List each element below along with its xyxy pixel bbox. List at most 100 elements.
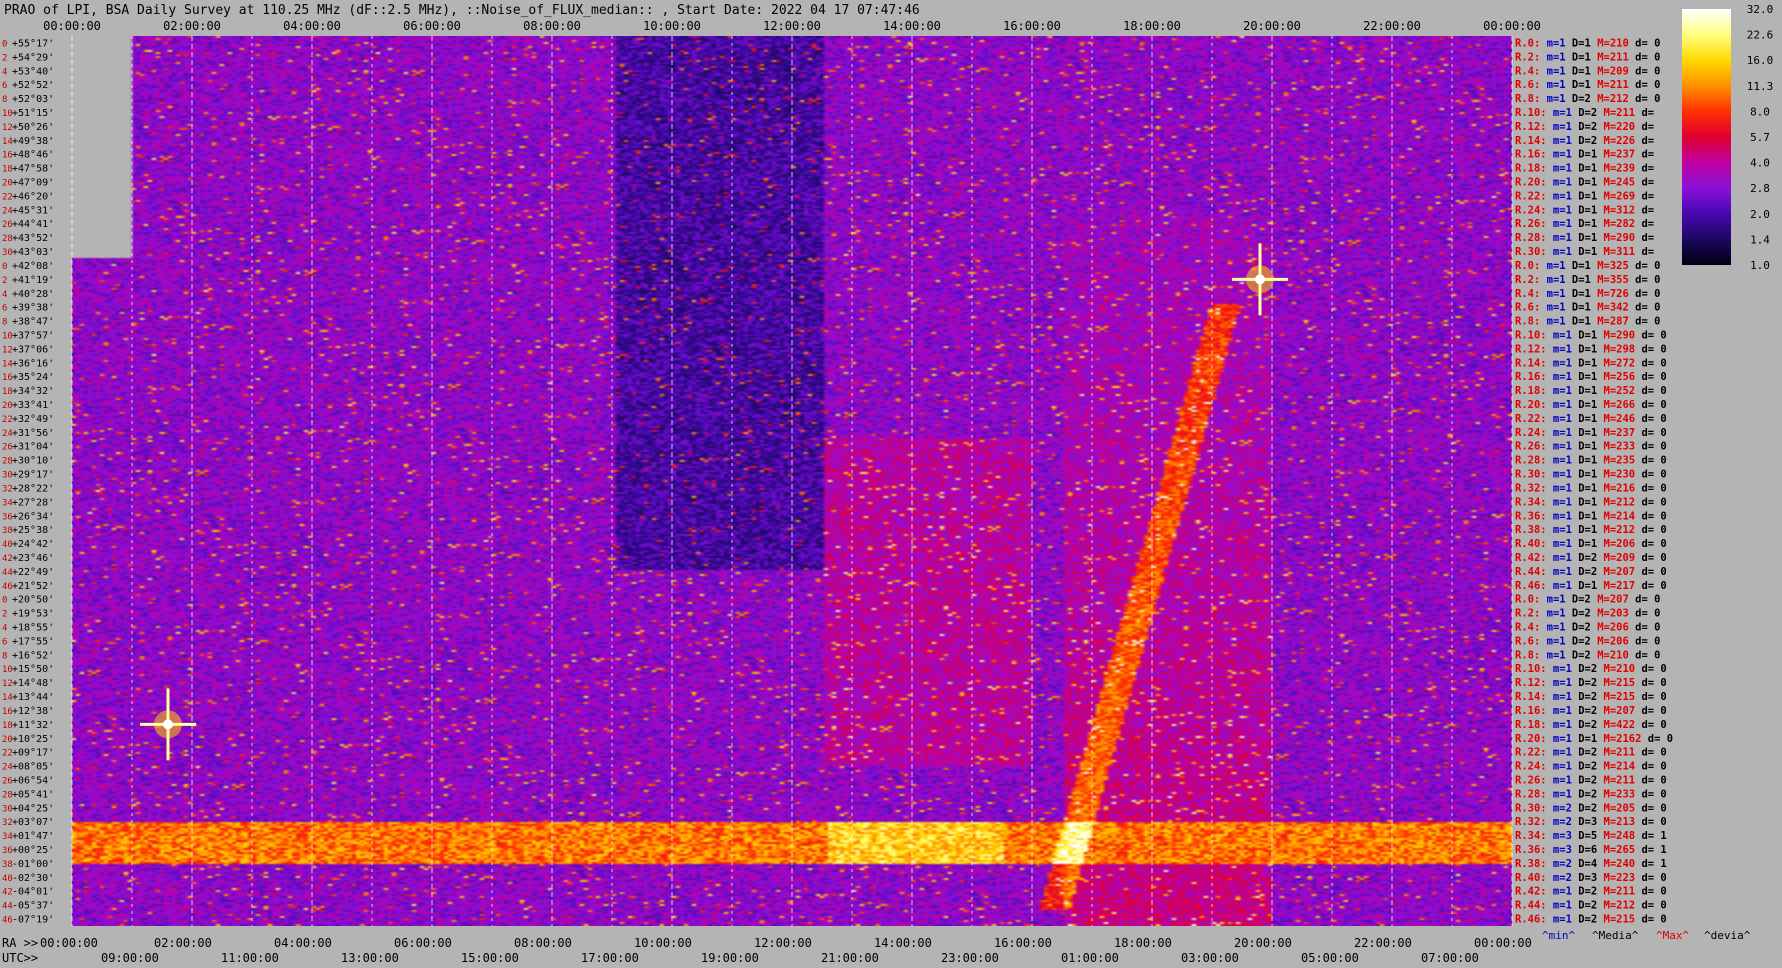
colorbar-tick-label: 5.7 <box>1750 131 1770 144</box>
stats-legend-footer: ^min^ ^Media^ ^Max^ ^devia^ <box>1542 929 1751 942</box>
dec-tick-label: +47°58' <box>12 164 54 175</box>
top-tick-label: 10:00:00 <box>643 19 701 33</box>
dec-tick-label: +52°03' <box>12 94 54 105</box>
stat-row: R.6: m=1 D=1 M=211 d= 0 <box>1515 79 1660 91</box>
top-tick-label: 12:00:00 <box>763 19 821 33</box>
stat-row: R.28: m=1 D=1 M=235 d= 0 <box>1515 455 1667 467</box>
colorbar-tick-label: 1.0 <box>1750 259 1770 272</box>
utc-axis-prefix: UTC>> <box>2 951 38 965</box>
stat-row: R.20: m=1 D=1 M=266 d= 0 <box>1515 399 1667 411</box>
colorbar-tick-label: 4.0 <box>1750 157 1770 170</box>
stat-row: R.26: m=1 D=1 M=233 d= 0 <box>1515 441 1667 453</box>
dec-tick-label: -04°01' <box>12 887 54 898</box>
dec-index-label: 4 <box>2 67 7 77</box>
dec-tick-label: +04°25' <box>12 803 54 814</box>
utc-tick-label: 21:00:00 <box>821 951 879 965</box>
stat-row: R.20: m=1 D=1 M=2162 d= 0 <box>1515 733 1673 745</box>
colorbar-tick-label: 2.8 <box>1750 182 1770 195</box>
dec-tick-label: +32°49' <box>12 414 54 425</box>
dec-tick-label: +35°24' <box>12 372 54 383</box>
utc-tick-label: 07:00:00 <box>1421 951 1479 965</box>
stat-row: R.46: m=1 D=1 M=217 d= 0 <box>1515 580 1667 592</box>
stat-row: R.24: m=1 D=1 M=237 d= 0 <box>1515 427 1667 439</box>
ra-tick-label: 06:00:00 <box>394 936 452 950</box>
stat-row: R.42: m=1 D=2 M=209 d= 0 <box>1515 552 1667 564</box>
dec-index-label: 4 <box>2 290 7 300</box>
dec-tick-label: +43°52' <box>12 233 54 244</box>
dec-index-label: 2 <box>2 53 7 63</box>
stat-row: R.6: m=1 D=2 M=206 d= 0 <box>1515 635 1660 647</box>
dec-tick-label: +05°41' <box>12 789 54 800</box>
colorbar-gradient <box>1682 9 1731 265</box>
stat-row: R.30: m=2 D=2 M=205 d= 0 <box>1515 802 1667 814</box>
top-ra-axis: 00:00:00 02:00:00 04:00:00 06:00:00 08:00:00… <box>43 19 1541 33</box>
stat-row: R.0: m=1 D=2 M=207 d= 0 <box>1515 594 1660 606</box>
bottom-time-axes: RA >> 00:00:00 02:00:00 04:00:00 06:00:00 08:… <box>2 936 1532 965</box>
ra-tick-label: 12:00:00 <box>754 936 812 950</box>
dec-tick-label: +51°15' <box>12 108 54 119</box>
dec-tick-label: +50°26' <box>12 122 54 133</box>
stat-row: R.42: m=1 D=2 M=211 d= 0 <box>1515 886 1667 898</box>
dec-tick-label: +30°10' <box>12 456 54 467</box>
stat-row: R.40: m=2 D=3 M=223 d= 0 <box>1515 872 1667 884</box>
dec-tick-label: +41°19' <box>12 275 54 286</box>
stat-row: R.22: m=1 D=2 M=211 d= 0 <box>1515 747 1667 759</box>
stat-row: R.12: m=1 D=1 M=298 d= 0 <box>1515 343 1667 355</box>
stat-row: R.16: m=1 D=1 M=237 d= <box>1515 149 1654 161</box>
ra-tick-label: 00:00:00 <box>1474 936 1532 950</box>
dec-index-label: 0 <box>2 39 7 49</box>
colorbar-tick-label: 1.4 <box>1750 233 1770 246</box>
dec-tick-label: -07°19' <box>12 915 54 926</box>
stat-row: R.28: m=1 D=2 M=233 d= 0 <box>1515 788 1667 800</box>
ra-tick-label: 08:00:00 <box>514 936 572 950</box>
dec-tick-label: +24°42' <box>12 539 54 550</box>
dec-tick-label: -01°00' <box>12 859 54 870</box>
dec-tick-label: +31°04' <box>12 442 54 453</box>
dec-index-label: 6 <box>2 304 7 314</box>
stat-row: R.16: m=1 D=2 M=207 d= 0 <box>1515 705 1667 717</box>
dec-tick-label: +00°25' <box>12 845 54 856</box>
dec-tick-label: +06°54' <box>12 775 54 786</box>
dec-tick-label: +31°56' <box>12 428 54 439</box>
stat-row: R.6: m=1 D=1 M=342 d= 0 <box>1515 302 1660 314</box>
dec-tick-label: +36°16' <box>12 358 54 369</box>
row-statistics-panel: R.0: m=1 D=1 M=210 d= 0 R.2: m=1 D=1 M=21… <box>1515 37 1673 925</box>
dec-tick-label: +49°38' <box>12 136 54 147</box>
ra-tick-label: 20:00:00 <box>1234 936 1292 950</box>
stat-row: R.8: m=1 D=2 M=210 d= 0 <box>1515 649 1660 661</box>
top-tick-label: 14:00:00 <box>883 19 941 33</box>
dec-tick-label: +13°44' <box>12 692 54 703</box>
ra-tick-label: 14:00:00 <box>874 936 932 950</box>
dec-tick-label: +23°46' <box>12 553 54 564</box>
stat-row: R.20: m=1 D=1 M=245 d= <box>1515 177 1654 189</box>
stat-row: R.2: m=1 D=1 M=355 d= 0 <box>1515 274 1660 286</box>
dec-index-label: 2 <box>2 610 7 620</box>
colorbar: 32.0 22.6 16.0 11.3 8.0 5.7 4.0 2.8 2.0 1.4 1.0 <box>1682 3 1773 272</box>
stat-row: R.32: m=2 D=3 M=213 d= 0 <box>1515 816 1667 828</box>
top-tick-label: 16:00:00 <box>1003 19 1061 33</box>
utc-tick-label: 11:00:00 <box>221 951 279 965</box>
dec-tick-label: +10°25' <box>12 734 54 745</box>
ra-axis-prefix: RA >> <box>2 936 38 950</box>
dec-tick-label: -05°37' <box>12 901 54 912</box>
stat-row: R.34: m=1 D=1 M=212 d= 0 <box>1515 496 1667 508</box>
utc-tick-label: 13:00:00 <box>341 951 399 965</box>
stat-row: R.32: m=1 D=1 M=216 d= 0 <box>1515 482 1667 494</box>
dec-tick-label: -02°30' <box>12 873 54 884</box>
dec-index-label: 0 <box>2 596 7 606</box>
dec-tick-label: +52°52' <box>12 80 54 91</box>
dec-tick-label: +54°29' <box>12 52 54 63</box>
stat-row: R.4: m=1 D=2 M=206 d= 0 <box>1515 622 1660 634</box>
dec-tick-label: +09°17' <box>12 748 54 759</box>
heatmap-plot <box>71 36 1513 926</box>
dec-index-label: 8 <box>2 651 7 661</box>
dec-tick-label: +40°28' <box>12 289 54 300</box>
dec-tick-label: +17°55' <box>12 636 54 647</box>
colorbar-tick-label: 2.0 <box>1750 208 1770 221</box>
dec-index-label: 2 <box>2 276 7 286</box>
top-tick-label: 02:00:00 <box>163 19 221 33</box>
dec-tick-label: +08°05' <box>12 762 54 773</box>
utc-tick-label: 05:00:00 <box>1301 951 1359 965</box>
stat-row: R.38: m=1 D=1 M=212 d= 0 <box>1515 524 1667 536</box>
stat-row: R.0: m=1 D=1 M=210 d= 0 <box>1515 37 1660 49</box>
